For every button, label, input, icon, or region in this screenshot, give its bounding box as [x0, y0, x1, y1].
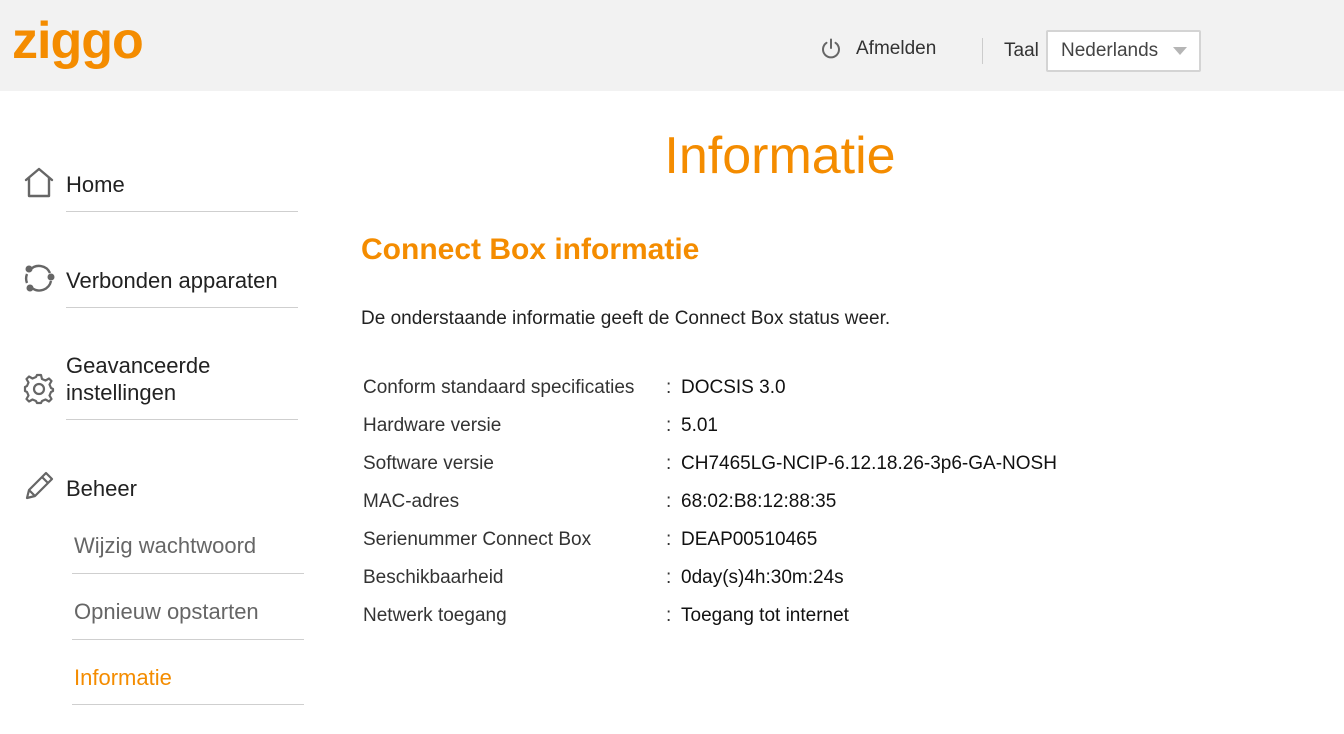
- info-separator: :: [666, 605, 672, 626]
- info-key: MAC-adres: [363, 491, 460, 512]
- info-separator: :: [666, 453, 672, 474]
- sidebar-item-label: Home: [66, 172, 125, 197]
- pencil-icon: [25, 471, 54, 500]
- page-title: Informatie: [664, 127, 896, 185]
- power-icon: [822, 38, 840, 59]
- info-separator: :: [666, 415, 672, 436]
- home-icon: [24, 167, 54, 198]
- info-key: Hardware versie: [363, 415, 502, 436]
- info-value: 0day(s)4h:30m:24s: [681, 567, 844, 588]
- top-header: ziggo Afmelden Taal Nederlands: [0, 0, 1344, 91]
- intro-text: De onderstaande informatie geeft de Conn…: [361, 308, 891, 329]
- info-key: Software versie: [363, 453, 494, 474]
- logout-button[interactable]: Afmelden: [820, 38, 936, 60]
- info-key: Netwerk toegang: [363, 605, 507, 626]
- info-key: Serienummer Connect Box: [363, 529, 592, 550]
- sidebar-item-label: Beheer: [66, 476, 137, 501]
- divider: [72, 704, 304, 705]
- ziggo-logo[interactable]: ziggo: [12, 14, 162, 70]
- info-separator: :: [666, 377, 672, 398]
- divider: [66, 307, 298, 308]
- sidebar-item-label: Geavanceerde instellingen: [66, 353, 211, 405]
- info-value: 68:02:B8:12:88:35: [681, 491, 837, 512]
- section-title: Connect Box informatie: [361, 233, 700, 266]
- divider: [72, 573, 304, 574]
- info-key: Conform standaard specificaties: [363, 377, 635, 398]
- info-key: Beschikbaarheid: [363, 567, 504, 588]
- chevron-down-icon: [1173, 47, 1187, 55]
- sidebar-subitem-change-password[interactable]: Wijzig wachtwoord: [74, 533, 256, 559]
- sidebar-subitem-restart[interactable]: Opnieuw opstarten: [74, 599, 259, 625]
- connected-devices-icon: [24, 264, 55, 292]
- info-separator: :: [666, 567, 672, 588]
- info-value: Toegang tot internet: [681, 605, 849, 626]
- divider: [66, 211, 298, 212]
- language-label: Taal: [1004, 40, 1039, 61]
- gear-icon: [23, 373, 55, 405]
- info-separator: :: [666, 491, 672, 512]
- logout-label: Afmelden: [856, 38, 937, 59]
- sidebar-subitem-information[interactable]: Informatie: [74, 665, 172, 691]
- info-value: DOCSIS 3.0: [681, 377, 786, 398]
- info-value: DEAP00510465: [681, 529, 818, 550]
- language-select-value: Nederlands: [1061, 40, 1159, 61]
- info-value: CH7465LG-NCIP-6.12.18.26-3p6-GA-NOSH: [681, 453, 1057, 474]
- sidebar-item-label: Verbonden apparaten: [66, 268, 278, 293]
- info-separator: :: [666, 529, 672, 550]
- language-select[interactable]: Nederlands: [1046, 30, 1201, 72]
- svg-text:ziggo: ziggo: [12, 14, 143, 70]
- info-value: 5.01: [681, 415, 718, 436]
- divider: [72, 639, 304, 640]
- divider: [66, 419, 298, 420]
- header-divider: [982, 38, 983, 64]
